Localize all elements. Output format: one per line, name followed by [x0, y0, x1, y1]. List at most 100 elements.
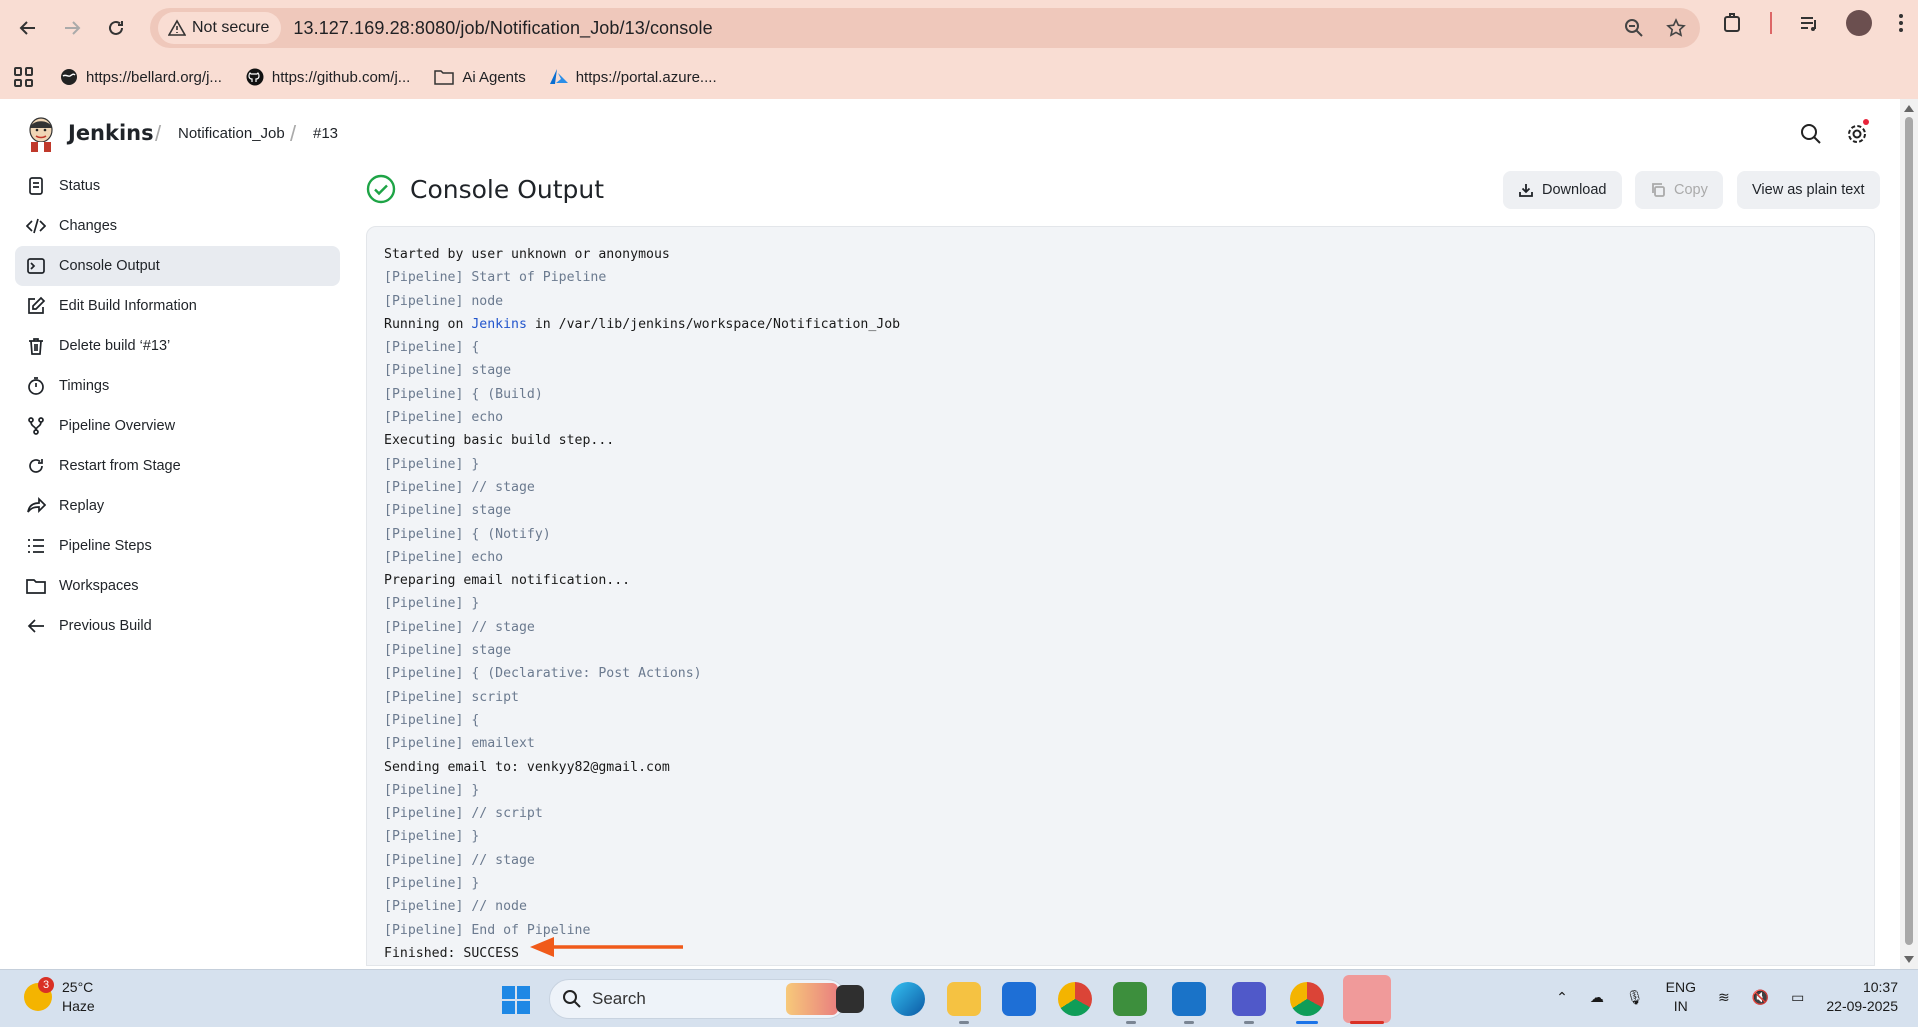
- task-view-icon[interactable]: [836, 985, 864, 1013]
- scroll-up-arrow[interactable]: [1904, 105, 1914, 112]
- onedrive-cloud-icon[interactable]: ☁: [1590, 989, 1604, 1006]
- edge-browser-icon[interactable]: [891, 982, 925, 1016]
- sidebar-item-console-output[interactable]: Console Output: [15, 246, 340, 286]
- bookmark-item[interactable]: https://portal.azure....: [549, 69, 717, 86]
- gear-icon[interactable]: [1846, 123, 1868, 145]
- weather-widget[interactable]: 3 25°C Haze: [24, 977, 95, 1016]
- sidebar-item-pipeline-steps[interactable]: Pipeline Steps: [15, 526, 340, 566]
- sidebar-item-changes[interactable]: Changes: [15, 206, 340, 246]
- url-text[interactable]: 13.127.169.28:8080/job/Notification_Job/…: [293, 18, 712, 39]
- microsoft-store-icon[interactable]: [1002, 982, 1036, 1016]
- page-scrollbar[interactable]: [1900, 99, 1918, 969]
- view-plain-text-button[interactable]: View as plain text: [1737, 171, 1880, 209]
- console-segment: Preparing email notification...: [384, 573, 631, 589]
- scroll-down-arrow[interactable]: [1904, 956, 1914, 963]
- vscode-icon[interactable]: [1172, 982, 1206, 1016]
- app-running-indicator: [959, 1021, 969, 1024]
- windows-taskbar: 3 25°C Haze Search ⌃ ☁ 🎙 ENG IN ≋ 🔇 ▭ 10…: [0, 969, 1918, 1027]
- breadcrumb-separator: /: [290, 121, 297, 146]
- console-text: Started by user unknown or anonymous [Pip…: [367, 227, 1874, 965]
- sidebar-item-replay[interactable]: Replay: [15, 486, 340, 526]
- forward-button[interactable]: [50, 6, 94, 50]
- console-line: [Pipeline] // stage: [384, 616, 1874, 639]
- microphone-muted-icon[interactable]: 🎙: [1626, 989, 1644, 1006]
- system-clock[interactable]: 10:37 22-09-2025: [1826, 978, 1898, 1016]
- profile-avatar[interactable]: [1846, 10, 1872, 36]
- copy-button[interactable]: Copy: [1635, 171, 1723, 209]
- media-control-icon[interactable]: [1798, 12, 1820, 34]
- battery-icon[interactable]: ▭: [1791, 989, 1804, 1006]
- sidebar-item-label: Edit Build Information: [59, 298, 197, 314]
- console-line: [Pipeline] }: [384, 453, 1874, 476]
- app-active-indicator: [1296, 1021, 1318, 1024]
- console-line: [Pipeline] { (Declarative: Post Actions): [384, 662, 1874, 685]
- download-icon: [1519, 184, 1533, 197]
- zoom-icon[interactable]: [1624, 18, 1644, 38]
- taskbar-search-label: Search: [592, 989, 646, 1008]
- console-node-link[interactable]: Jenkins: [471, 317, 527, 332]
- notepad-icon[interactable]: [1113, 982, 1147, 1016]
- reload-button[interactable]: [94, 6, 138, 50]
- back-arrow-icon: [19, 21, 35, 35]
- console-segment: [Pipeline] Start of Pipeline: [384, 270, 607, 286]
- browser-actions: [1722, 10, 1904, 36]
- security-chip[interactable]: Not secure: [158, 12, 282, 44]
- extensions-icon[interactable]: [1722, 12, 1744, 34]
- bookmark-item[interactable]: https://github.com/j...: [246, 68, 410, 86]
- sidebar-item-pipeline-overview[interactable]: Pipeline Overview: [15, 406, 340, 446]
- back-button[interactable]: [6, 6, 50, 50]
- whatsapp-icon[interactable]: [1343, 975, 1391, 1023]
- browser-toolbar: Not secure 13.127.169.28:8080/job/Notifi…: [0, 0, 1918, 55]
- sidebar-item-restart-from-stage[interactable]: Restart from Stage: [15, 446, 340, 486]
- jenkins-brand[interactable]: Jenkins: [68, 121, 154, 145]
- file-explorer-icon[interactable]: [947, 982, 981, 1016]
- sidebar-item-label: Restart from Stage: [59, 458, 181, 474]
- download-button[interactable]: Download: [1503, 171, 1622, 209]
- console-segment: [Pipeline] }: [384, 596, 480, 612]
- chrome-profile-icon[interactable]: [1290, 982, 1324, 1016]
- breadcrumb-build[interactable]: #13: [313, 125, 338, 142]
- console-segment: [Pipeline] {: [384, 340, 480, 356]
- sidebar-item-timings[interactable]: Timings: [15, 366, 340, 406]
- sidebar-item-workspaces[interactable]: Workspaces: [15, 566, 340, 606]
- folder-icon: [25, 575, 47, 597]
- console-line: [Pipeline] echo: [384, 406, 1874, 429]
- replay-icon: [25, 495, 47, 517]
- sidebar-item-label: Status: [59, 178, 101, 194]
- console-segment: [Pipeline] // stage: [384, 479, 535, 495]
- kebab-menu-icon[interactable]: [1898, 12, 1904, 34]
- console-line: [Pipeline] node: [384, 290, 1874, 313]
- chevron-up-icon[interactable]: ⌃: [1556, 989, 1568, 1006]
- apps-grid-icon[interactable]: [14, 67, 34, 87]
- address-bar[interactable]: Not secure 13.127.169.28:8080/job/Notifi…: [150, 8, 1700, 48]
- teams-icon[interactable]: [1232, 982, 1266, 1016]
- sidebar-item-delete-build[interactable]: Delete build ‘#13’: [15, 326, 340, 366]
- windows-start-icon[interactable]: [502, 986, 530, 1014]
- chrome-icon[interactable]: [1058, 982, 1092, 1016]
- language-indicator[interactable]: ENG IN: [1666, 978, 1696, 1016]
- sidebar-item-label: Pipeline Steps: [59, 538, 152, 554]
- sidebar-item-status[interactable]: Status: [15, 166, 340, 206]
- speaker-muted-icon[interactable]: 🔇: [1752, 989, 1769, 1006]
- console-segment: [Pipeline] stage: [384, 643, 512, 659]
- taskbar-search[interactable]: Search: [549, 979, 847, 1019]
- console-segment: [Pipeline] }: [384, 782, 480, 798]
- breadcrumb-job[interactable]: Notification_Job: [178, 125, 285, 142]
- bookmark-item[interactable]: Ai Agents: [434, 69, 526, 86]
- sidebar-item-edit-build-information[interactable]: Edit Build Information: [15, 286, 340, 326]
- sidebar-item-label: Replay: [59, 498, 105, 514]
- search-icon[interactable]: [1800, 123, 1822, 145]
- wifi-icon[interactable]: ≋: [1718, 989, 1730, 1006]
- jenkins-logo-icon[interactable]: [26, 116, 56, 152]
- scroll-thumb[interactable]: [1905, 117, 1913, 945]
- console-segment: Finished: SUCCESS: [384, 945, 519, 961]
- bookmark-item[interactable]: https://bellard.org/j...: [60, 68, 222, 86]
- console-segment: [Pipeline] stage: [384, 363, 512, 379]
- star-icon[interactable]: [1666, 18, 1686, 38]
- notification-dot: [1863, 119, 1869, 125]
- sidebar-item-previous-build[interactable]: Previous Build: [15, 606, 340, 646]
- sidebar-item-label: Pipeline Overview: [59, 418, 176, 434]
- console-segment: in /var/lib/jenkins/workspace/Notificati…: [526, 316, 901, 332]
- document-icon: [25, 175, 47, 197]
- console-segment: [Pipeline] node: [384, 293, 504, 309]
